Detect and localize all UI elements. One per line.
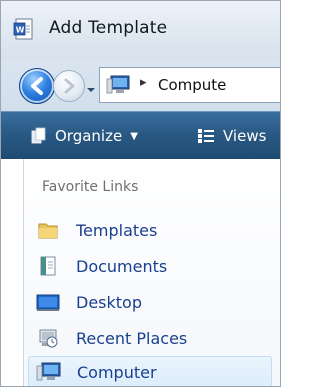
favorite-link-label: Recent Places (76, 328, 188, 348)
recent-places-icon (34, 326, 62, 350)
command-toolbar: Organize ▼ Views (1, 111, 280, 159)
computer-icon (106, 74, 132, 96)
address-bar[interactable]: ▸ Compute (99, 67, 280, 103)
svg-text:W: W (16, 26, 25, 35)
organize-button[interactable]: Organize ▼ (31, 125, 138, 147)
favorite-link-label: Desktop (76, 292, 142, 312)
add-template-dialog: W Add Template ▸ Compute Organize ▼ View… (0, 0, 281, 387)
navigation-pane: Favorite Links Templates Documents Deskt… (23, 159, 280, 386)
breadcrumb-computer[interactable]: Compute (158, 76, 226, 94)
favorite-links-header: Favorite Links (42, 179, 139, 195)
organize-icon (31, 127, 46, 144)
favorite-link-desktop[interactable]: Desktop (28, 286, 272, 318)
views-icon (198, 129, 214, 143)
favorite-link-documents[interactable]: Documents (28, 250, 272, 282)
folder-icon (34, 218, 62, 242)
favorite-link-templates[interactable]: Templates (28, 214, 272, 246)
recent-pages-dropdown[interactable] (85, 81, 97, 93)
window-title: Add Template (49, 18, 168, 38)
favorite-link-label: Documents (76, 256, 168, 276)
computer-icon (35, 360, 63, 384)
back-button[interactable] (19, 68, 55, 104)
breadcrumb-separator[interactable]: ▸ (140, 75, 147, 90)
favorite-link-label: Templates (76, 220, 158, 240)
documents-icon (34, 254, 62, 278)
favorite-link-recent-places[interactable]: Recent Places (28, 322, 272, 354)
title-bar: W Add Template (1, 1, 280, 59)
organize-label: Organize (55, 127, 123, 145)
word-document-icon: W (13, 17, 37, 41)
views-label: Views (223, 127, 267, 145)
arrow-left-icon (31, 77, 43, 95)
navigation-bar: ▸ Compute (1, 59, 280, 111)
arrow-right-icon (64, 78, 75, 94)
favorite-link-label: Computer (77, 362, 157, 382)
views-button[interactable]: Views (197, 125, 266, 147)
forward-button[interactable] (53, 70, 85, 102)
desktop-icon (34, 290, 62, 314)
favorite-link-computer[interactable]: Computer (28, 356, 272, 386)
chevron-down-icon (87, 88, 95, 92)
chevron-down-icon: ▼ (130, 130, 138, 142)
